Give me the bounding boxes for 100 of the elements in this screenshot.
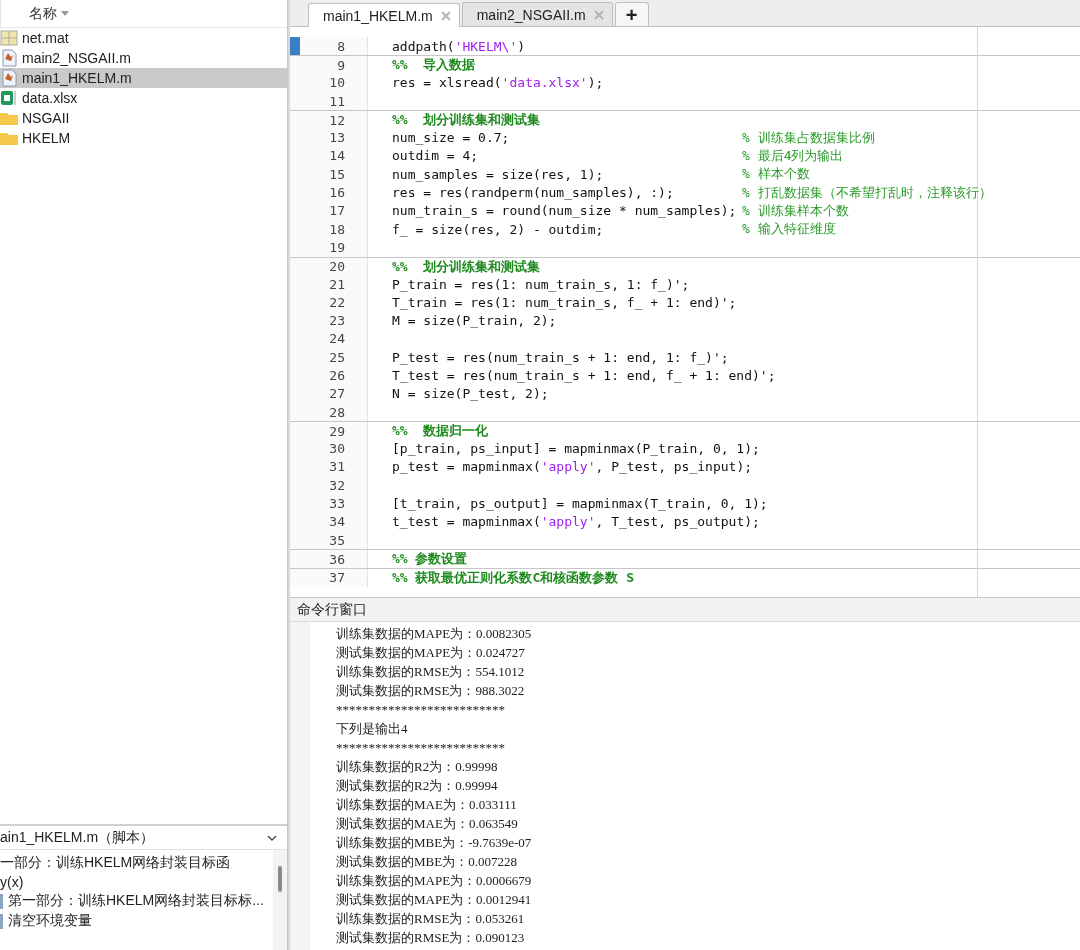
column-header[interactable]: 名称 (0, 0, 287, 28)
code-line: M = size(P_train, 2); (392, 313, 557, 329)
column-label: 名称 (29, 4, 57, 23)
console-output-line: 训练集数据的MBE为：-9.7639e-07 (336, 834, 533, 852)
code-line: addpath('HKELM\') (392, 38, 526, 54)
console-output-line: 下列是输出4 (336, 720, 409, 738)
line-number: 22 (329, 294, 345, 310)
scrollbar[interactable] (273, 850, 287, 950)
line-number: 15 (329, 166, 345, 182)
line-number: 32 (329, 477, 345, 493)
code-line: %% 参数设置 (392, 550, 468, 569)
code-line: t_test = mapminmax('apply', T_test, ps_output); (392, 514, 760, 530)
line-number: 27 (329, 386, 345, 402)
line-number: 21 (329, 276, 345, 292)
file-item[interactable]: data.xlsx (0, 88, 287, 108)
section-marker-icon (0, 893, 3, 909)
code-line: T_train = res(1: num_train_s, f_ + 1: end)'; (392, 294, 737, 310)
line-number: 24 (329, 331, 345, 347)
code-line: %% 划分训练集和测试集 (392, 257, 541, 276)
grid-file-icon (0, 29, 18, 47)
line-number: 18 (329, 221, 345, 237)
code-line: %% 数据归一化 (392, 422, 489, 441)
line-number: 23 (329, 313, 345, 329)
editor-tab[interactable]: main1_HKELM.m (308, 3, 460, 27)
line-number: 25 (329, 349, 345, 365)
close-icon[interactable] (440, 10, 451, 21)
line-number: 35 (329, 532, 345, 548)
file-item[interactable]: main2_NSGAII.m (0, 48, 287, 68)
line-number: 19 (329, 239, 345, 255)
console-output-line: 测试集数据的MAPE为：0.024727 (336, 644, 526, 662)
console-output-line: 测试集数据的MAPE为：0.0012941 (336, 891, 533, 909)
console-output-line: 训练集数据的MAE为：0.033111 (336, 796, 518, 814)
chevron-down-icon[interactable] (267, 834, 277, 841)
close-icon[interactable] (593, 9, 604, 20)
line-number: 28 (329, 404, 345, 420)
description-text: y(x) (0, 874, 25, 890)
file-item[interactable]: HKELM (0, 128, 287, 148)
code-comment: % 最后4列为输出 (742, 146, 845, 165)
file-item[interactable]: NSGAII (0, 108, 287, 128)
line-number: 17 (329, 203, 345, 219)
console-output-line: 训练集数据的RMSE为：0.053261 (336, 910, 526, 928)
console-output-line: 测试集数据的MAE为：0.063549 (336, 815, 519, 833)
code-line: num_samples = size(res, 1); (392, 166, 604, 182)
section-marker-icon (0, 913, 3, 929)
line-number: 31 (329, 459, 345, 475)
console-output-line: ************************** (336, 739, 506, 757)
code-line: P_test = res(num_train_s + 1: end, 1: f_)'; (392, 349, 729, 365)
console-output-line: 训练集数据的MAPE为：0.0082305 (336, 625, 533, 643)
line-number: 34 (329, 514, 345, 530)
code-line: [t_train, ps_output] = mapminmax(T_train, 0, 1); (392, 496, 768, 512)
code-comment: % 输入特征维度 (742, 220, 837, 239)
panel-title: 命令行窗口 (297, 600, 367, 619)
code-comment: % 训练集样本个数 (742, 201, 850, 220)
code-line: %% 获取最优正则化系数C和核函数参数 S (392, 568, 634, 587)
line-number: 37 (329, 570, 345, 586)
line-number: 10 (329, 75, 345, 91)
code-line: %% 导入数据 (392, 56, 476, 75)
line-number: 33 (329, 496, 345, 512)
console-output-line: 训练集数据的MAPE为：0.0006679 (336, 872, 533, 890)
console-output-line: 测试集数据的R2为：0.99994 (336, 777, 499, 795)
console-output-line: ************************** (336, 701, 506, 719)
console-output-line: 训练集数据的RMSE为：554.1012 (336, 663, 526, 681)
file-item[interactable]: main1_HKELM.m (0, 68, 287, 88)
sort-caret-icon (61, 11, 69, 16)
line-number: 36 (329, 551, 345, 567)
code-line: num_size = 0.7; (392, 130, 510, 146)
console-output-line: 测试集数据的MBE为：0.007228 (336, 853, 518, 871)
code-comment: % 训练集占数据集比例 (742, 128, 876, 147)
console-output-line: 训练集数据的R2为：0.99998 (336, 758, 499, 776)
code-line: f_ = size(res, 2) - outdim; (392, 221, 604, 237)
line-number: 11 (329, 93, 345, 109)
line-number: 26 (329, 368, 345, 383)
section-item[interactable]: 第一部分：训练HKELM网络封装目标标... (8, 892, 264, 910)
line-number: 9 (337, 57, 345, 73)
line-number: 29 (329, 423, 345, 439)
line-number: 14 (329, 148, 345, 164)
code-line: P_train = res(1: num_train_s, 1: f_)'; (392, 276, 690, 292)
line-number: 30 (329, 441, 345, 457)
code-line: N = size(P_test, 2); (392, 386, 549, 402)
code-comment: % 打乱数据集（不希望打乱时，注释该行） (742, 183, 993, 202)
console-output-line: 测试集数据的RMSE为：0.090123 (336, 929, 526, 947)
code-line: p_test = mapminmax('apply', P_test, ps_input); (392, 459, 753, 475)
line-number: 20 (329, 259, 345, 275)
code-line: outdim = 4; (392, 148, 479, 164)
code-line: num_train_s = round(num_size * num_samples); (392, 203, 737, 219)
code-comment: % 样本个数 (742, 165, 811, 184)
line-number: 13 (329, 130, 345, 146)
description-text: 一部分：训练HKELM网络封装目标函 (0, 854, 232, 872)
add-tab-button[interactable]: + (614, 2, 649, 26)
file-item[interactable]: net.mat (0, 28, 287, 48)
code-line: %% 划分训练集和测试集 (392, 111, 541, 130)
script-file-icon (0, 49, 18, 67)
code-line: T_test = res(num_train_s + 1: end, f_ + 1: end)'; (392, 368, 776, 383)
editor-tab[interactable]: main2_NSGAII.m (461, 2, 613, 26)
section-item[interactable]: 清空环境变量 (8, 912, 92, 930)
code-line: [p_train, ps_input] = mapminmax(P_train, 0, 1); (392, 441, 760, 457)
details-title: ain1_HKELM.m（脚本） (0, 828, 155, 847)
console-output-line: 测试集数据的RMSE为：988.3022 (336, 682, 526, 700)
line-number: 12 (329, 112, 345, 128)
code-line: res = xlsread('data.xlsx'); (392, 75, 604, 91)
